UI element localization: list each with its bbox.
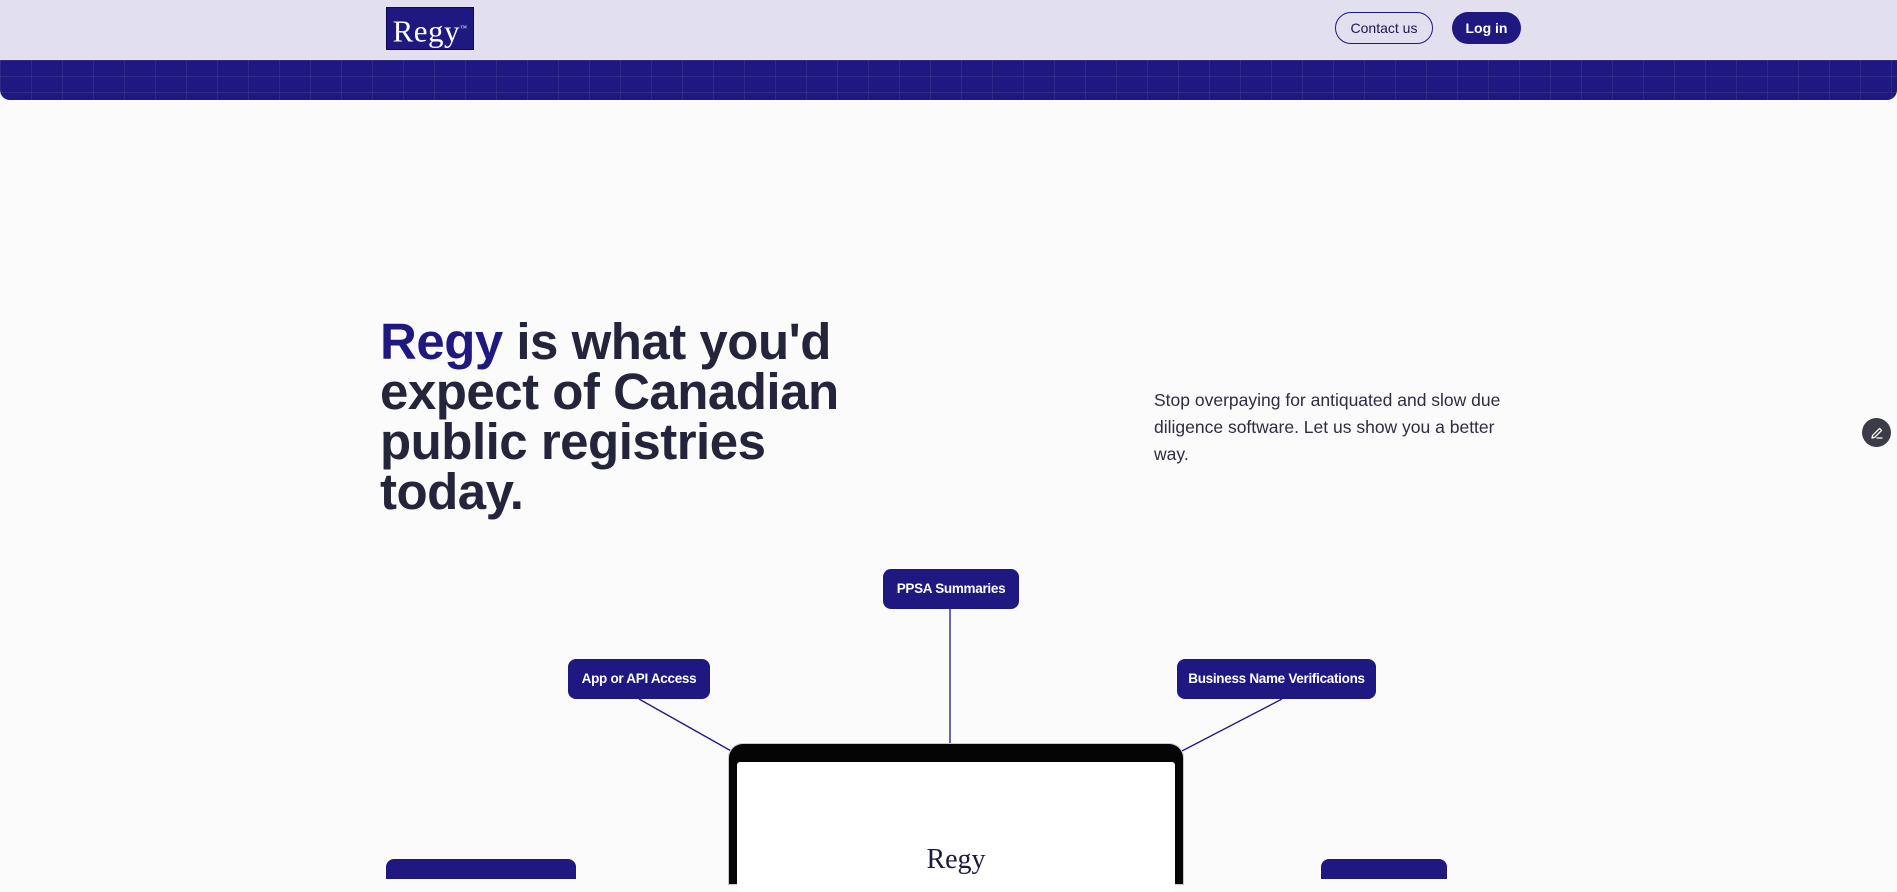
connector-business-name [1179,698,1283,753]
feature-connector-lines [638,609,1283,753]
edit-button[interactable] [1862,418,1891,447]
laptop-screen: Regy [737,762,1175,892]
feature-pill-ppsa-summaries: PPSA Summaries [883,569,1019,609]
contact-us-button[interactable]: Contact us [1335,12,1433,44]
pencil-icon [1870,427,1883,439]
regy-logo[interactable]: Regy™ [386,7,474,50]
logo-trademark: ™ [460,24,468,32]
hero-heading: Regy is what you'd expect of Canadian pu… [380,316,920,517]
laptop-screen-logo: Regy [926,844,986,875]
feature-pill-business-name-verifications: Business Name Verifications [1177,659,1376,699]
hero-brand-word: Regy [380,313,503,370]
hero-subtext: Stop overpaying for antiquated and slow … [1154,390,1501,464]
feature-pill-app-api-access: App or API Access [568,659,710,699]
feature-pill-partial-left [386,859,576,879]
connector-api [638,698,734,753]
logo-text: Regy [392,13,461,49]
laptop-mockup: Regy [729,744,1183,892]
feature-pill-partial-right [1321,859,1447,879]
grid-banner [0,60,1897,100]
top-nav: Regy™ Contact us Log in [0,0,1897,60]
log-in-button[interactable]: Log in [1452,12,1521,44]
